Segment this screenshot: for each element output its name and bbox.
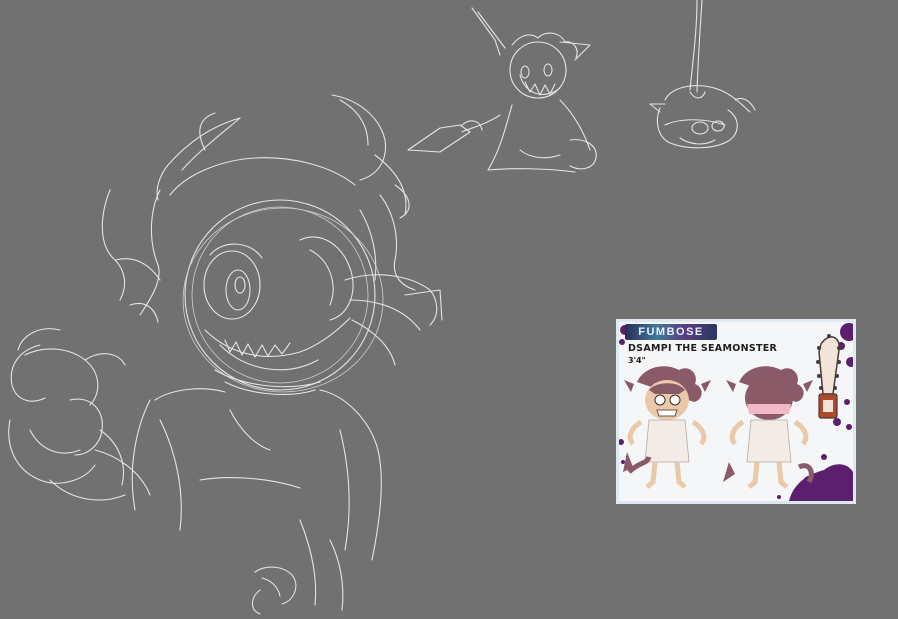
character-back-view	[723, 366, 814, 489]
character-reference-sheet: FUMBOSE DSAMPI THE SEAMONSTER 3'4"	[616, 319, 856, 504]
chainsaw-icon	[816, 334, 841, 419]
drawing-canvas[interactable]: FUMBOSE DSAMPI THE SEAMONSTER 3'4"	[0, 0, 898, 615]
main-character-sketch	[8, 94, 443, 615]
character-front-view	[623, 366, 711, 489]
sketch-layer	[8, 0, 756, 615]
brand-logo: FUMBOSE	[625, 324, 717, 340]
hanging-creature-sketch	[649, 0, 756, 149]
small-character-sketch	[407, 7, 597, 173]
character-height: 3'4"	[628, 356, 646, 365]
character-name: DSAMPI THE SEAMONSTER	[628, 343, 778, 354]
